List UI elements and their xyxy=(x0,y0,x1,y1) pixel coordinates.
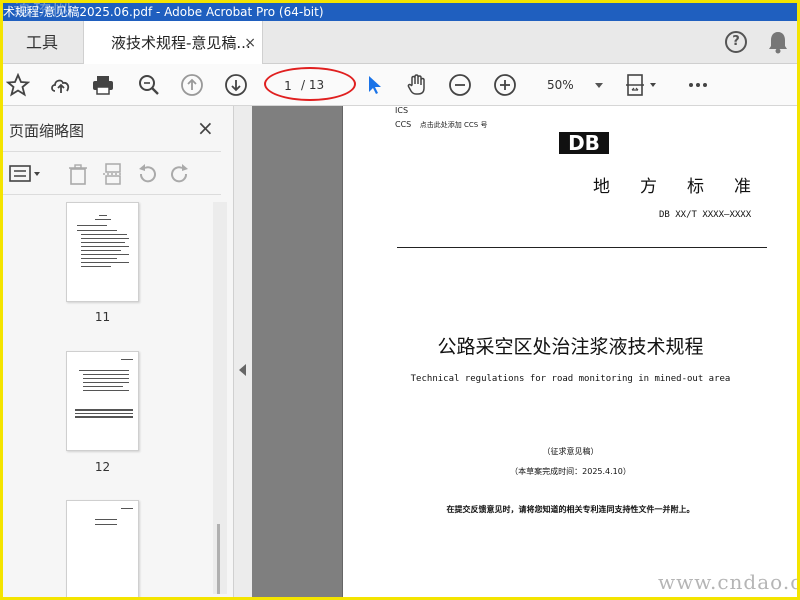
page-thumbnail[interactable] xyxy=(66,500,139,597)
ccs-label: CCS xyxy=(395,120,412,129)
thumbnail-panel-title: 页面缩略图 xyxy=(9,122,85,140)
header-rule xyxy=(397,247,767,248)
page-fit-icon[interactable] xyxy=(625,73,659,97)
zoom-value: 50% xyxy=(547,78,574,92)
more-icon[interactable] xyxy=(686,73,710,97)
db-logo: DB xyxy=(559,132,609,154)
main-toolbar: / 13 50% xyxy=(3,64,797,106)
draft-date: （本草案完成时间：2025.4.10） xyxy=(510,467,631,476)
title-watermark: 道桥网 xyxy=(13,3,73,20)
thumbnail-scrollbar[interactable] xyxy=(213,202,227,594)
tab-document[interactable]: 液技术规程-意见稿... × xyxy=(83,21,263,65)
thumbnail-toolbar xyxy=(3,151,221,195)
thumbnail-panel: 页面缩略图 × 11 12 xyxy=(3,106,234,597)
highlight-ellipse xyxy=(264,67,356,101)
star-icon[interactable] xyxy=(6,73,30,97)
feedback-instruction: 在提交反馈意见时，请将您知道的相关专利连同支持性文件一并附上。 xyxy=(446,505,695,514)
document-view[interactable]: ICS CCS 点击此处添加 CCS 号 DB 地方标准 DB XX/T XXX… xyxy=(252,106,797,597)
window-titlebar: 术规程-意见稿2025.06.pdf - Adobe Acrobat Pro (… xyxy=(3,3,797,21)
notification-bell-icon[interactable] xyxy=(767,30,789,54)
tab-bar: 工具 液技术规程-意见稿... × ? xyxy=(3,21,797,65)
ccs-note: 点击此处添加 CCS 号 xyxy=(419,121,488,129)
standard-code: DB XX/T XXXX—XXXX xyxy=(659,210,752,220)
zoom-search-icon[interactable] xyxy=(137,73,161,97)
tab-document-label: 液技术规程-意见稿... xyxy=(111,34,251,52)
extract-pages-icon[interactable] xyxy=(102,163,124,185)
standard-type: 地方标准 xyxy=(593,177,781,197)
zoom-in-icon[interactable] xyxy=(493,73,517,97)
trash-icon[interactable] xyxy=(67,163,89,185)
panel-collapse-strip[interactable] xyxy=(234,106,252,597)
draft-label: （征求意见稿） xyxy=(542,447,599,456)
zoom-out-icon[interactable] xyxy=(448,73,472,97)
cloud-upload-icon[interactable] xyxy=(49,73,73,97)
ics-label: ICS xyxy=(395,106,409,115)
document-title-en: Technical regulations for road monitorin… xyxy=(410,374,731,384)
hand-tool-icon[interactable] xyxy=(405,73,429,97)
thumbnail-options-icon[interactable] xyxy=(9,164,43,184)
thumbnail-label: 11 xyxy=(94,310,111,324)
ccs-line: CCS 点击此处添加 CCS 号 xyxy=(395,120,487,130)
page-up-icon[interactable] xyxy=(180,73,204,97)
app-window: 术规程-意见稿2025.06.pdf - Adobe Acrobat Pro (… xyxy=(3,3,797,597)
select-cursor-icon[interactable] xyxy=(363,73,387,97)
document-page: ICS CCS 点击此处添加 CCS 号 DB 地方标准 DB XX/T XXX… xyxy=(342,106,797,597)
thumbnail-label: 12 xyxy=(94,460,111,474)
scrollbar-thumb[interactable] xyxy=(217,524,220,594)
panel-close-icon[interactable]: × xyxy=(197,116,214,140)
page-down-icon[interactable] xyxy=(224,73,248,97)
document-title-cn: 公路采空区处治注浆液技术规程 xyxy=(437,336,704,358)
tab-close-icon[interactable]: × xyxy=(244,21,256,65)
page-thumbnail[interactable] xyxy=(66,351,139,451)
site-watermark: www.cndao.com xyxy=(658,570,797,594)
db-logo-text: DB xyxy=(568,132,600,154)
collapse-arrow-icon[interactable] xyxy=(239,364,246,376)
rotate-right-icon[interactable] xyxy=(169,163,191,185)
print-icon[interactable] xyxy=(91,73,115,97)
page-thumbnail[interactable] xyxy=(66,202,139,302)
help-icon[interactable]: ? xyxy=(725,31,747,53)
chevron-down-icon xyxy=(595,83,603,88)
zoom-select[interactable]: 50% xyxy=(533,74,607,98)
rotate-left-icon[interactable] xyxy=(136,163,158,185)
tab-tools[interactable]: 工具 xyxy=(3,21,81,64)
